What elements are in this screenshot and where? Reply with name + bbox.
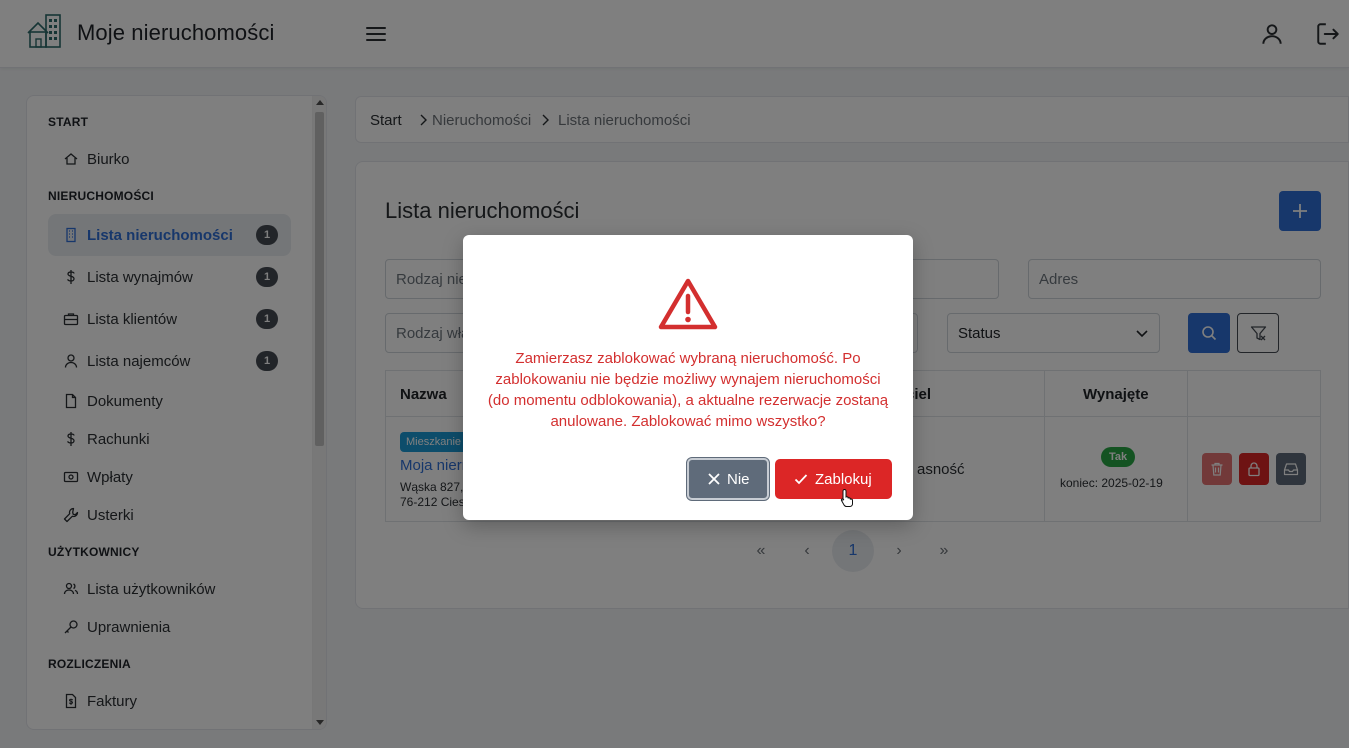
- warning-triangle-icon: [658, 278, 718, 330]
- block-confirmation-dialog: Zamierzasz zablokować wybraną nieruchomo…: [463, 235, 913, 520]
- cancel-button[interactable]: Nie: [687, 458, 769, 500]
- confirm-button-label: Zablokuj: [815, 471, 872, 488]
- close-icon: [708, 473, 720, 485]
- check-icon: [794, 474, 808, 485]
- dialog-message: Zamierzasz zablokować wybraną nieruchomo…: [487, 350, 889, 430]
- hand-pointer-icon: [840, 488, 853, 507]
- cancel-button-label: Nie: [727, 471, 750, 488]
- confirm-block-button[interactable]: Zablokuj: [775, 459, 892, 499]
